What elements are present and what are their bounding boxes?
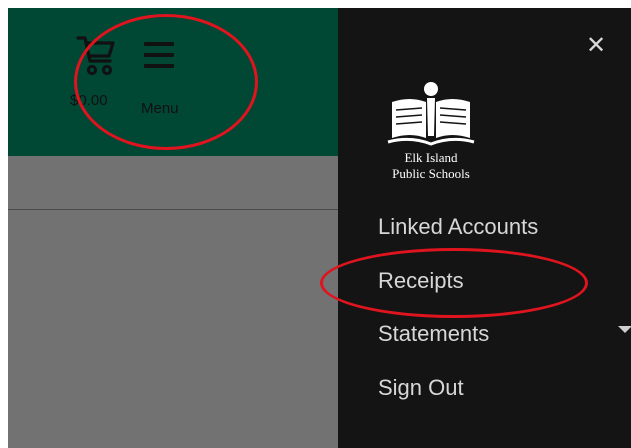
divider bbox=[8, 209, 338, 210]
cart-total: $0.00 bbox=[70, 92, 108, 109]
logo-text-line1: Elk Island bbox=[404, 150, 458, 165]
nav-item-receipts[interactable]: Receipts bbox=[378, 268, 464, 294]
close-icon[interactable]: ✕ bbox=[586, 34, 606, 58]
open-book-logo-icon bbox=[387, 82, 475, 146]
menu-button[interactable]: Menu bbox=[134, 42, 186, 118]
menu-label: Menu bbox=[141, 100, 179, 117]
site-header: $0.00 Menu bbox=[8, 8, 338, 156]
cart-button[interactable]: $0.00 bbox=[70, 34, 122, 114]
logo-text-line2: Public Schools bbox=[392, 166, 470, 181]
page-backdrop: $0.00 Menu bbox=[8, 8, 338, 448]
school-logo: Elk Island Public Schools bbox=[376, 80, 486, 192]
nav-drawer: ✕ Elk Island Public Schools Linked Accou… bbox=[338, 8, 631, 448]
chevron-down-icon[interactable] bbox=[618, 326, 631, 333]
nav-item-sign-out[interactable]: Sign Out bbox=[378, 375, 464, 401]
nav-item-linked-accounts[interactable]: Linked Accounts bbox=[378, 214, 538, 240]
hamburger-menu-icon bbox=[144, 42, 174, 68]
shopping-cart-icon bbox=[76, 36, 115, 76]
nav-item-statements[interactable]: Statements bbox=[378, 321, 489, 347]
